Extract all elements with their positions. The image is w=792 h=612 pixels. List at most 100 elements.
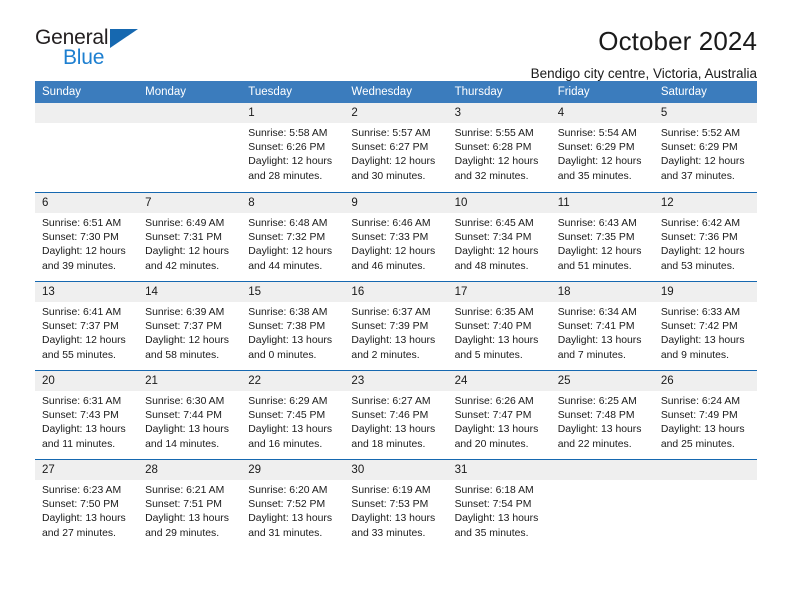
sunset-text: Sunset: 7:36 PM	[660, 232, 738, 244]
calendar-day-cell: 1 Sunrise: 5:58 AM Sunset: 6:26 PM Daylight…	[241, 103, 345, 192]
sunset-text: Sunset: 7:42 PM	[660, 321, 738, 333]
calendar-day-details: Sunrise: 6:26 AM Sunset: 7:47 PM Daylight:…	[448, 391, 551, 452]
daylight-text: Daylight: 12 hours and 32 minutes.	[454, 156, 539, 182]
calendar-day-number: 15	[241, 282, 345, 302]
sunset-text: Sunset: 7:37 PM	[145, 321, 222, 333]
calendar-day-cell: 29 Sunrise: 6:20 AM Sunset: 7:52 PM Dayligh…	[241, 460, 345, 548]
calendar-day-cell: 15 Sunrise: 6:38 AM Sunset: 7:38 PM Dayligh…	[241, 282, 345, 370]
calendar-day-details: Sunrise: 6:31 AM Sunset: 7:43 PM Daylight:…	[35, 391, 138, 452]
calendar-day-cell-empty	[138, 103, 242, 192]
sunset-text: Sunset: 7:35 PM	[557, 232, 635, 244]
weekday-header-row: Sunday Monday Tuesday Wednesday Thursday…	[35, 81, 757, 103]
daylight-text: Daylight: 12 hours and 28 minutes.	[248, 156, 333, 182]
sunrise-text: Sunrise: 6:29 AM	[248, 396, 328, 407]
sunset-text: Sunset: 7:40 PM	[454, 321, 532, 333]
calendar-day-cell: 22 Sunrise: 6:29 AM Sunset: 7:45 PM Dayligh…	[241, 371, 345, 459]
daylight-text: Daylight: 13 hours and 9 minutes.	[660, 335, 745, 361]
calendar-day-number: 30	[344, 460, 448, 480]
daylight-text: Daylight: 13 hours and 31 minutes.	[248, 513, 333, 539]
daylight-text: Daylight: 13 hours and 16 minutes.	[248, 424, 333, 450]
calendar-day-details: Sunrise: 5:52 AM Sunset: 6:29 PM Daylight:…	[654, 123, 757, 184]
daylight-text: Daylight: 13 hours and 7 minutes.	[557, 335, 642, 361]
calendar-day-details: Sunrise: 6:33 AM Sunset: 7:42 PM Daylight:…	[654, 302, 757, 363]
calendar-day-number	[138, 103, 242, 123]
calendar-day-details: Sunrise: 6:45 AM Sunset: 7:34 PM Daylight:…	[448, 213, 551, 274]
calendar-day-number: 7	[138, 193, 242, 213]
daylight-text: Daylight: 13 hours and 0 minutes.	[248, 335, 333, 361]
calendar-day-details: Sunrise: 6:23 AM Sunset: 7:50 PM Daylight:…	[35, 480, 138, 541]
calendar-day-cell: 8 Sunrise: 6:48 AM Sunset: 7:32 PM Daylight…	[241, 193, 345, 281]
calendar-day-number: 14	[138, 282, 242, 302]
sunrise-text: Sunrise: 6:23 AM	[42, 485, 122, 496]
calendar-day-number: 10	[447, 193, 551, 213]
daylight-text: Daylight: 12 hours and 55 minutes.	[42, 335, 126, 361]
calendar-day-cell: 16 Sunrise: 6:37 AM Sunset: 7:39 PM Dayligh…	[344, 282, 448, 370]
calendar-day-details: Sunrise: 6:21 AM Sunset: 7:51 PM Daylight:…	[138, 480, 241, 541]
calendar-day-cell: 3 Sunrise: 5:55 AM Sunset: 6:28 PM Daylight…	[447, 103, 551, 192]
sunset-text: Sunset: 7:49 PM	[660, 410, 738, 422]
sunrise-text: Sunrise: 6:20 AM	[248, 485, 328, 496]
sunset-text: Sunset: 7:43 PM	[42, 410, 119, 422]
sunset-text: Sunset: 7:53 PM	[351, 499, 429, 511]
sunrise-text: Sunrise: 6:26 AM	[454, 396, 534, 407]
calendar-day-details: Sunrise: 6:39 AM Sunset: 7:37 PM Daylight:…	[138, 302, 241, 363]
sunrise-text: Sunrise: 5:52 AM	[660, 128, 740, 139]
calendar-day-cell: 30 Sunrise: 6:19 AM Sunset: 7:53 PM Dayligh…	[344, 460, 448, 548]
calendar-day-number: 17	[447, 282, 551, 302]
calendar-day-cell: 2 Sunrise: 5:57 AM Sunset: 6:27 PM Daylight…	[344, 103, 448, 192]
daylight-text: Daylight: 13 hours and 33 minutes.	[351, 513, 436, 539]
calendar-day-details: Sunrise: 6:38 AM Sunset: 7:38 PM Daylight:…	[241, 302, 344, 363]
calendar-day-details: Sunrise: 5:54 AM Sunset: 6:29 PM Daylight:…	[551, 123, 654, 184]
daylight-text: Daylight: 12 hours and 37 minutes.	[660, 156, 745, 182]
sunrise-text: Sunrise: 6:38 AM	[248, 307, 328, 318]
calendar-day-cell: 7 Sunrise: 6:49 AM Sunset: 7:31 PM Daylight…	[138, 193, 242, 281]
calendar-day-cell: 31 Sunrise: 6:18 AM Sunset: 7:54 PM Dayligh…	[447, 460, 551, 548]
sunset-text: Sunset: 7:47 PM	[454, 410, 532, 422]
sunset-text: Sunset: 7:38 PM	[248, 321, 326, 333]
sunrise-text: Sunrise: 6:51 AM	[42, 218, 122, 229]
daylight-text: Daylight: 12 hours and 42 minutes.	[145, 246, 229, 272]
daylight-text: Daylight: 13 hours and 14 minutes.	[145, 424, 229, 450]
calendar-day-number: 8	[241, 193, 345, 213]
calendar-week-row: 1 Sunrise: 5:58 AM Sunset: 6:26 PM Daylight…	[35, 103, 757, 192]
daylight-text: Daylight: 12 hours and 48 minutes.	[454, 246, 539, 272]
calendar-day-number: 18	[550, 282, 654, 302]
sunset-text: Sunset: 7:34 PM	[454, 232, 532, 244]
calendar-day-cell: 11 Sunrise: 6:43 AM Sunset: 7:35 PM Dayligh…	[550, 193, 654, 281]
sunset-text: Sunset: 7:31 PM	[145, 232, 222, 244]
daylight-text: Daylight: 13 hours and 18 minutes.	[351, 424, 436, 450]
calendar-day-cell-empty	[550, 460, 654, 548]
daylight-text: Daylight: 13 hours and 25 minutes.	[660, 424, 745, 450]
daylight-text: Daylight: 12 hours and 46 minutes.	[351, 246, 436, 272]
daylight-text: Daylight: 12 hours and 39 minutes.	[42, 246, 126, 272]
sunset-text: Sunset: 7:32 PM	[248, 232, 326, 244]
sunset-text: Sunset: 7:45 PM	[248, 410, 326, 422]
calendar-day-cell: 21 Sunrise: 6:30 AM Sunset: 7:44 PM Dayligh…	[138, 371, 242, 459]
calendar-day-details: Sunrise: 5:55 AM Sunset: 6:28 PM Daylight:…	[448, 123, 551, 184]
calendar-week-row: 13 Sunrise: 6:41 AM Sunset: 7:37 PM Dayligh…	[35, 281, 757, 370]
sunrise-text: Sunrise: 6:34 AM	[557, 307, 637, 318]
sunrise-text: Sunrise: 6:35 AM	[454, 307, 534, 318]
calendar-day-number: 19	[653, 282, 757, 302]
calendar-day-details: Sunrise: 6:48 AM Sunset: 7:32 PM Daylight:…	[241, 213, 344, 274]
sunset-text: Sunset: 7:37 PM	[42, 321, 119, 333]
calendar-day-number: 27	[35, 460, 139, 480]
sunset-text: Sunset: 7:39 PM	[351, 321, 429, 333]
calendar-week-row: 20 Sunrise: 6:31 AM Sunset: 7:43 PM Dayligh…	[35, 370, 757, 459]
calendar-day-number: 3	[447, 103, 551, 123]
sunrise-text: Sunrise: 6:45 AM	[454, 218, 534, 229]
calendar-day-cell: 12 Sunrise: 6:42 AM Sunset: 7:36 PM Dayligh…	[653, 193, 757, 281]
weekday-header-saturday: Saturday	[660, 86, 707, 98]
calendar-day-number: 2	[344, 103, 448, 123]
calendar-day-number: 4	[550, 103, 654, 123]
sunrise-text: Sunrise: 5:58 AM	[248, 128, 328, 139]
sunrise-text: Sunrise: 6:18 AM	[454, 485, 534, 496]
sunrise-text: Sunrise: 6:31 AM	[42, 396, 122, 407]
calendar-day-number	[653, 460, 757, 480]
calendar-day-details: Sunrise: 6:18 AM Sunset: 7:54 PM Daylight:…	[448, 480, 551, 541]
sunset-text: Sunset: 6:26 PM	[248, 142, 326, 154]
calendar-day-number: 31	[447, 460, 551, 480]
calendar-day-details: Sunrise: 6:30 AM Sunset: 7:44 PM Daylight:…	[138, 391, 241, 452]
sunrise-text: Sunrise: 6:42 AM	[660, 218, 740, 229]
calendar-day-cell: 28 Sunrise: 6:21 AM Sunset: 7:51 PM Dayligh…	[138, 460, 242, 548]
